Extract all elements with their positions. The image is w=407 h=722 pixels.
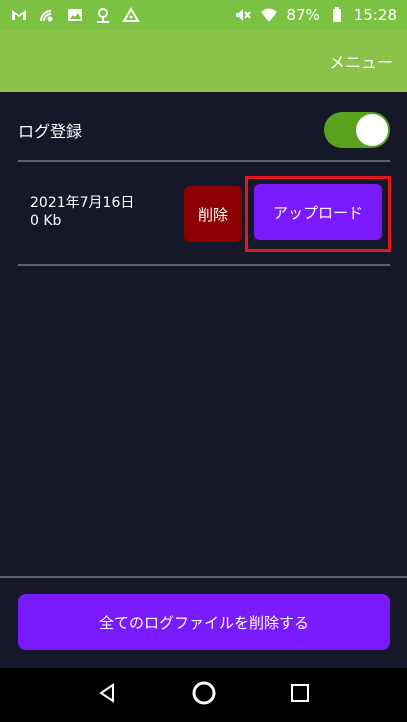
app-bar: メニュー bbox=[0, 30, 407, 92]
clock: 15:28 bbox=[353, 6, 397, 24]
battery-icon bbox=[328, 6, 346, 24]
signal-icon bbox=[38, 6, 56, 24]
log-toggle[interactable] bbox=[324, 112, 390, 148]
mute-icon bbox=[234, 6, 252, 24]
divider bbox=[18, 160, 390, 162]
log-setting-label: ログ登録 bbox=[18, 122, 83, 141]
home-icon[interactable] bbox=[191, 680, 217, 710]
divider bbox=[18, 264, 390, 266]
footer-divider bbox=[0, 576, 407, 578]
log-file-row: 2021年7月16日 0 Kb 削除 アップロード bbox=[18, 168, 391, 264]
file-info: 2021年7月16日 0 Kb bbox=[30, 194, 134, 230]
delete-button[interactable]: 削除 bbox=[184, 186, 242, 242]
upload-highlight-frame: アップロード bbox=[245, 176, 391, 252]
upload-button[interactable]: アップロード bbox=[254, 184, 382, 240]
location-icon bbox=[94, 6, 112, 24]
menu-button[interactable]: メニュー bbox=[329, 49, 393, 73]
file-size: 0 Kb bbox=[30, 213, 62, 229]
navigation-bar bbox=[0, 668, 407, 722]
wifi-icon bbox=[260, 6, 278, 24]
toggle-knob bbox=[356, 114, 388, 146]
recents-icon[interactable] bbox=[289, 682, 311, 708]
log-setting-row: ログ登録 bbox=[18, 110, 390, 150]
gmail-icon bbox=[10, 6, 28, 24]
image-icon bbox=[66, 6, 84, 24]
main-content: ログ登録 2021年7月16日 0 Kb 削除 アップロード 全てのログファイル… bbox=[0, 92, 407, 668]
status-bar: 87% 15:28 bbox=[0, 0, 407, 30]
triangle-icon bbox=[122, 6, 140, 24]
delete-all-button[interactable]: 全てのログファイルを削除する bbox=[18, 594, 390, 650]
back-icon[interactable] bbox=[96, 681, 120, 709]
battery-percent: 87% bbox=[286, 6, 320, 24]
file-date: 2021年7月16日 bbox=[30, 195, 135, 211]
